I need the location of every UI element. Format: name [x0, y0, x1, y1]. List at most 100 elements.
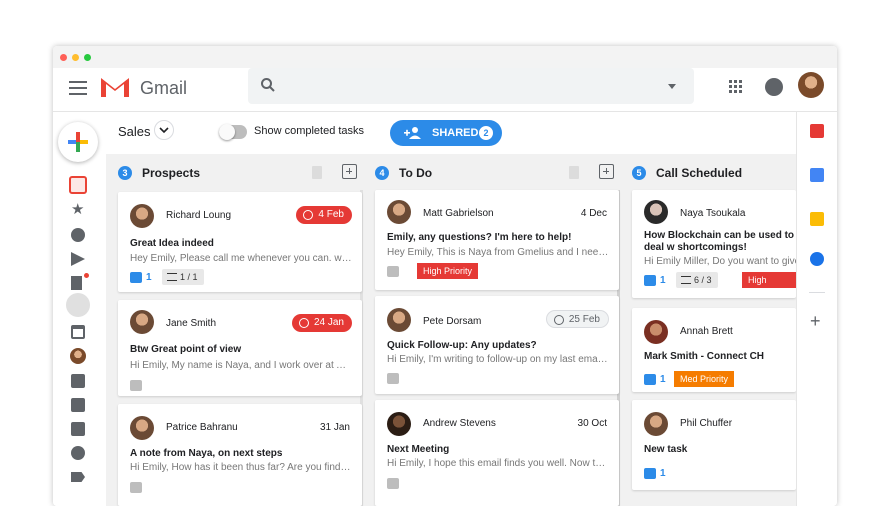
- show-completed-toggle[interactable]: [219, 124, 247, 140]
- email-date: 30 Oct: [577, 418, 607, 429]
- email-snippet: Hey Emily, Please call me whenever you c…: [130, 253, 352, 264]
- board-main: Sales Show completed tasks SHARED 2 3 Pr…: [106, 112, 796, 506]
- add-card-icon[interactable]: [342, 164, 357, 179]
- email-card[interactable]: Richard Loung 4 Feb Great Idea indeed He…: [118, 192, 362, 292]
- calendar-icon[interactable]: [71, 325, 85, 339]
- email-card[interactable]: Andrew Stevens 30 Oct Next Meeting Hi Em…: [375, 400, 619, 506]
- contacts-icon[interactable]: [71, 374, 85, 388]
- divider: [809, 292, 825, 293]
- add-addon-icon[interactable]: +: [810, 312, 821, 330]
- contact-avatar-icon[interactable]: [70, 348, 86, 364]
- column-header: 4 To Do: [375, 164, 614, 184]
- avatar: [387, 200, 411, 224]
- shared-label: SHARED: [432, 127, 479, 139]
- task-progress[interactable]: 1 / 1: [162, 269, 204, 285]
- trash-icon[interactable]: [312, 166, 322, 179]
- column-count: 4: [375, 166, 389, 180]
- calendar-icon[interactable]: [810, 168, 824, 182]
- shared-button[interactable]: SHARED 2: [390, 120, 502, 146]
- email-subject: Quick Follow-up: Any updates?: [387, 340, 537, 351]
- board-columns: 3 Prospects Richard Loung 4 Feb Great Id…: [106, 154, 796, 506]
- alert-icon: [298, 318, 309, 328]
- apps-grid-icon[interactable]: [729, 80, 743, 94]
- sender-name: Phil Chuffer: [680, 418, 733, 429]
- minimize-dot-icon[interactable]: [72, 54, 79, 61]
- add-card-icon[interactable]: [599, 164, 614, 179]
- email-card[interactable]: Jane Smith 24 Jan Btw Great point of vie…: [118, 300, 362, 396]
- priority-tag[interactable]: High Priority: [417, 263, 479, 279]
- email-snippet: Hi Emily, I hope this email finds you we…: [387, 458, 609, 469]
- priority-tag[interactable]: Med Priority: [674, 371, 735, 387]
- email-card[interactable]: Phil Chuffer New task 1: [632, 400, 796, 490]
- send-icon[interactable]: [71, 252, 85, 266]
- like-icon[interactable]: [130, 380, 142, 391]
- like-icon[interactable]: [130, 482, 142, 493]
- tasks-icon[interactable]: [810, 252, 824, 266]
- email-card[interactable]: Patrice Bahranu 31 Jan A note from Naya,…: [118, 404, 362, 506]
- title-bar: [53, 46, 837, 68]
- like-icon[interactable]: [644, 468, 656, 479]
- avatar: [387, 412, 411, 436]
- gmelius-icon[interactable]: [810, 124, 824, 138]
- email-snippet: Hi Emily, I'm writing to follow-up on my…: [387, 354, 609, 365]
- gmail-header: Gmail: [53, 68, 837, 112]
- avatar: [644, 200, 668, 224]
- board-selector-button[interactable]: [154, 120, 174, 140]
- column-header: 3 Prospects: [118, 164, 357, 184]
- search-icon[interactable]: [260, 77, 276, 93]
- column-todo: 4 To Do Matt Gabrielson 4 Dec Emily, any…: [363, 154, 619, 506]
- close-dot-icon[interactable]: [60, 54, 67, 61]
- search-bar[interactable]: [248, 68, 694, 104]
- tasks-icon[interactable]: [71, 422, 85, 436]
- sender-name: Pete Dorsam: [423, 316, 482, 327]
- avatar: [387, 308, 411, 332]
- left-nav: ★: [53, 112, 106, 506]
- task-progress[interactable]: 6 / 3: [676, 272, 718, 288]
- like-icon[interactable]: [387, 266, 399, 277]
- email-snippet: Hi Emily, My name is Naya, and I work ov…: [130, 360, 352, 371]
- column-count: 3: [118, 166, 132, 180]
- sender-name: Patrice Bahranu: [166, 422, 238, 433]
- avatar: [130, 416, 154, 440]
- due-date-badge: 4 Feb: [296, 206, 352, 224]
- email-card[interactable]: Pete Dorsam 25 Feb Quick Follow-up: Any …: [375, 296, 619, 394]
- reminder-badge: 25 Feb: [545, 310, 609, 328]
- account-avatar[interactable]: [798, 72, 824, 98]
- email-subject: How Blockchain can be used to deal w sho…: [644, 230, 795, 253]
- avatar: [644, 320, 668, 344]
- compose-button[interactable]: [58, 122, 98, 162]
- email-card[interactable]: Naya Tsoukala How Blockchain can be used…: [632, 190, 796, 298]
- drafts-badge: [84, 273, 89, 278]
- trash-icon[interactable]: [569, 166, 579, 179]
- email-date: 31 Jan: [319, 422, 350, 433]
- email-card[interactable]: Annah Brett Mark Smith - Connect CH 1 Me…: [632, 308, 796, 392]
- email-snippet: Hi Emily Miller, Do you want to give m: [644, 256, 796, 267]
- menu-icon[interactable]: [69, 81, 87, 95]
- boards-icon[interactable]: [66, 293, 90, 317]
- priority-tag[interactable]: High Priority: [742, 272, 796, 298]
- keep-icon[interactable]: [810, 212, 824, 226]
- clock-icon[interactable]: [71, 228, 85, 242]
- like-icon[interactable]: [387, 478, 399, 489]
- like-icon[interactable]: [644, 275, 656, 286]
- like-icon[interactable]: [130, 272, 142, 283]
- label-icon[interactable]: [71, 472, 85, 482]
- inbox-icon[interactable]: [69, 176, 87, 194]
- alert-icon[interactable]: [71, 398, 85, 412]
- sender-name: Matt Gabrielson: [423, 208, 494, 219]
- email-card[interactable]: Matt Gabrielson 4 Dec Emily, any questio…: [375, 190, 619, 290]
- notifications-icon[interactable]: [765, 78, 783, 96]
- explore-icon[interactable]: [71, 446, 85, 460]
- maximize-dot-icon[interactable]: [84, 54, 91, 61]
- drafts-icon[interactable]: [71, 276, 82, 290]
- email-subject: Emily, any questions? I'm here to help!: [387, 232, 572, 243]
- chevron-down-icon: [159, 127, 169, 134]
- search-options-icon[interactable]: [668, 84, 676, 89]
- star-icon[interactable]: ★: [71, 202, 85, 217]
- board-toolbar: Sales Show completed tasks SHARED 2: [106, 112, 796, 154]
- column-title: Prospects: [142, 166, 201, 180]
- like-icon[interactable]: [387, 373, 399, 384]
- email-snippet: Hi Emily, How has it been thus far? Are …: [130, 462, 352, 473]
- alert-icon: [303, 210, 314, 220]
- like-icon[interactable]: [644, 374, 656, 385]
